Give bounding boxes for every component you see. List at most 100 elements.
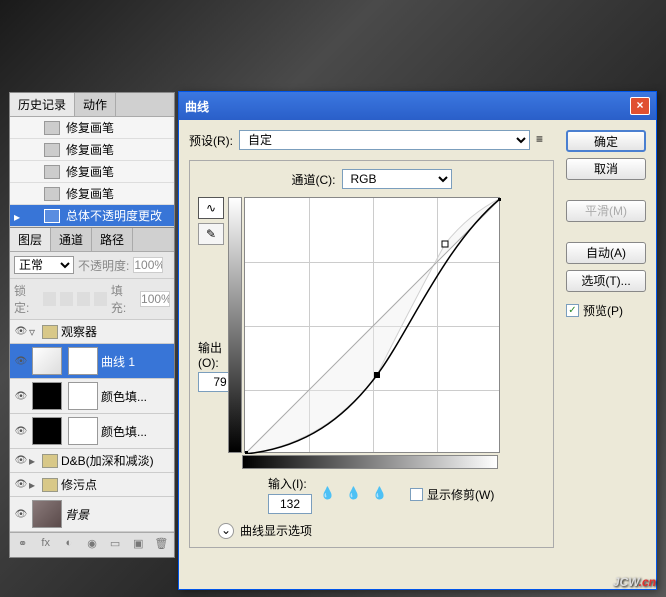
brush-icon xyxy=(44,121,60,135)
lock-row: 锁定: 填充: xyxy=(10,279,174,320)
lock-all-icon[interactable] xyxy=(94,292,107,306)
checkbox-icon[interactable] xyxy=(410,488,423,501)
layer-label: 曲线 1 xyxy=(101,353,135,370)
history-tabs: 历史记录 动作 xyxy=(10,93,174,117)
layer-label: 修污点 xyxy=(61,476,97,493)
tab-channels[interactable]: 通道 xyxy=(51,228,92,251)
trash-icon[interactable]: 🗑 xyxy=(153,537,170,553)
history-list: 修复画笔 修复画笔 修复画笔 修复画笔 ▸总体不透明度更改 xyxy=(10,117,174,227)
visibility-icon[interactable] xyxy=(13,353,29,369)
gray-eyedropper-icon[interactable]: 💧 xyxy=(346,486,364,504)
history-item[interactable]: 修复画笔 xyxy=(10,117,174,139)
mask-thumb xyxy=(68,417,98,445)
curves-dialog: 曲线 × 预设(R): 自定 ≡ 通道(C): RGB ∿ ✎ xyxy=(178,91,657,590)
history-item[interactable]: 修复画笔 xyxy=(10,183,174,205)
layers-controls: 正常 不透明度: xyxy=(10,252,174,279)
blend-mode-select[interactable]: 正常 xyxy=(14,256,74,274)
layers-tabs: 图层 通道 路径 xyxy=(10,228,174,252)
layer-list: ▿观察器 曲线 1 颜色填... 颜色填... ▸D&B(加深和减淡) ▸修污点… xyxy=(10,320,174,532)
layer-label: 颜色填... xyxy=(101,388,147,405)
layer-item[interactable]: ▸D&B(加深和减淡) xyxy=(10,449,174,473)
preview-label: 预览(P) xyxy=(583,302,623,319)
folder-icon xyxy=(42,325,58,339)
layer-item[interactable]: 曲线 1 xyxy=(10,344,174,379)
opacity-input[interactable] xyxy=(133,257,163,273)
layer-item[interactable]: 颜色填... xyxy=(10,379,174,414)
visibility-icon[interactable] xyxy=(13,477,29,493)
image-thumb xyxy=(32,500,62,528)
layer-item[interactable]: 背景 xyxy=(10,497,174,532)
lock-brush-icon[interactable] xyxy=(60,292,73,306)
curves-group: 通道(C): RGB ∿ ✎ 输出(O): xyxy=(189,160,554,548)
layer-label: D&B(加深和减淡) xyxy=(61,452,154,469)
curve-point-selected[interactable] xyxy=(374,372,380,378)
fill-input[interactable] xyxy=(140,291,170,307)
link-icon[interactable]: ⚭ xyxy=(14,537,31,553)
layer-item[interactable]: ▸修污点 xyxy=(10,473,174,497)
options-button[interactable]: 选项(T)... xyxy=(566,270,646,292)
layer-item[interactable]: ▿观察器 xyxy=(10,320,174,344)
checkbox-icon[interactable]: ✓ xyxy=(566,304,579,317)
adjustment-icon[interactable]: ◉ xyxy=(83,537,100,553)
preview-checkbox[interactable]: ✓ 预览(P) xyxy=(566,302,646,319)
tab-history[interactable]: 历史记录 xyxy=(10,93,75,116)
brush-icon xyxy=(44,143,60,157)
curve-endpoint[interactable] xyxy=(498,198,501,201)
curve-point[interactable] xyxy=(442,241,448,247)
tab-layers[interactable]: 图层 xyxy=(10,228,51,251)
curve-endpoint[interactable] xyxy=(245,451,248,454)
show-clipping-label: 显示修剪(W) xyxy=(427,486,494,503)
cancel-button[interactable]: 取消 xyxy=(566,158,646,180)
ok-button[interactable]: 确定 xyxy=(566,130,646,152)
history-item[interactable]: 修复画笔 xyxy=(10,139,174,161)
mask-icon[interactable]: ◐ xyxy=(60,537,77,553)
history-label: 修复画笔 xyxy=(66,163,114,180)
close-button[interactable]: × xyxy=(630,97,650,115)
preset-select[interactable]: 自定 xyxy=(239,130,530,150)
mask-thumb xyxy=(68,347,98,375)
history-item[interactable]: ▸总体不透明度更改 xyxy=(10,205,174,227)
curve-grid[interactable] xyxy=(244,197,500,453)
opacity-label: 不透明度: xyxy=(78,257,129,274)
input-input[interactable] xyxy=(268,494,312,514)
preset-label: 预设(R): xyxy=(189,132,233,149)
curve-point-tool[interactable]: ∿ xyxy=(198,197,224,219)
preset-menu-icon[interactable]: ≡ xyxy=(536,132,554,148)
curves-thumb xyxy=(32,347,62,375)
baseline xyxy=(245,198,501,454)
visibility-icon[interactable] xyxy=(13,453,29,469)
lock-move-icon[interactable] xyxy=(77,292,90,306)
new-layer-icon[interactable]: ▣ xyxy=(130,537,147,553)
layers-panel: 图层 通道 路径 正常 不透明度: 锁定: 填充: ▿观察器 曲线 1 颜色填.… xyxy=(9,227,175,558)
curve-display-options-toggle[interactable]: ⌄ 曲线显示选项 xyxy=(218,522,545,539)
output-label: 输出(O): xyxy=(198,339,226,370)
input-label: 输入(I): xyxy=(268,475,312,492)
visibility-icon[interactable] xyxy=(13,388,29,404)
show-clipping-checkbox[interactable]: 显示修剪(W) xyxy=(410,486,494,503)
layer-item[interactable]: 颜色填... xyxy=(10,414,174,449)
curve-svg xyxy=(245,198,501,454)
folder-icon[interactable]: ▭ xyxy=(107,537,124,553)
black-eyedropper-icon[interactable]: 💧 xyxy=(320,486,338,504)
channel-select[interactable]: RGB xyxy=(342,169,452,189)
layer-label: 背景 xyxy=(65,506,89,523)
tab-actions[interactable]: 动作 xyxy=(75,93,116,116)
mask-thumb xyxy=(68,382,98,410)
auto-button[interactable]: 自动(A) xyxy=(566,242,646,264)
chevron-down-icon: ⌄ xyxy=(218,523,234,539)
white-eyedropper-icon[interactable]: 💧 xyxy=(372,486,390,504)
output-gradient xyxy=(228,197,242,453)
layer-label: 颜色填... xyxy=(101,423,147,440)
solid-thumb xyxy=(32,382,62,410)
fx-icon[interactable]: fx xyxy=(37,537,54,553)
visibility-icon[interactable] xyxy=(13,506,29,522)
visibility-icon[interactable] xyxy=(13,423,29,439)
lock-transparent-icon[interactable] xyxy=(43,292,56,306)
history-item[interactable]: 修复画笔 xyxy=(10,161,174,183)
curve-pencil-tool[interactable]: ✎ xyxy=(198,223,224,245)
history-label: 修复画笔 xyxy=(66,141,114,158)
dialog-titlebar[interactable]: 曲线 × xyxy=(179,92,656,120)
tab-paths[interactable]: 路径 xyxy=(92,228,133,251)
smooth-button: 平滑(M) xyxy=(566,200,646,222)
visibility-icon[interactable] xyxy=(13,324,29,340)
